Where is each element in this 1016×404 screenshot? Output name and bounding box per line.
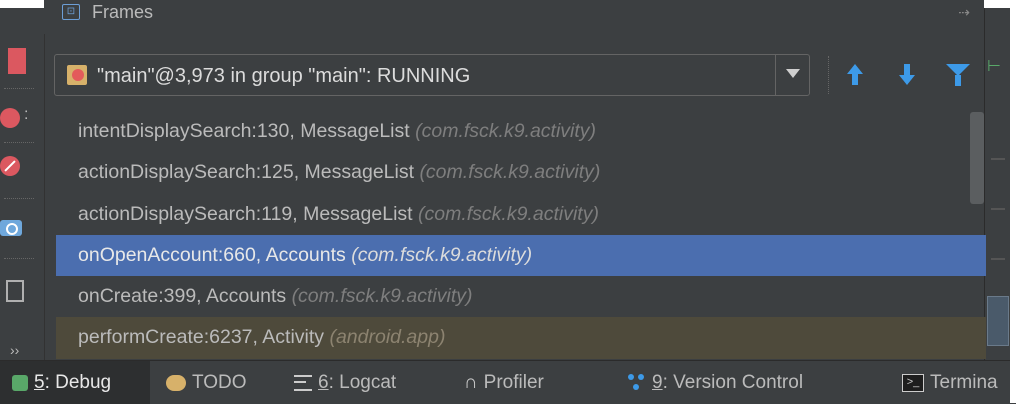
tab-logcat[interactable]: 6: Logcat (294, 361, 396, 404)
toolbar-separator (991, 258, 1005, 260)
toolbar-separator (991, 208, 1005, 210)
toolbar-separator (991, 158, 1005, 160)
tab-profiler-label: Profiler (483, 372, 544, 393)
frame-package: (android.app) (329, 326, 446, 349)
debug-icon (12, 374, 28, 391)
frame-row[interactable]: actionDisplaySearch:119, MessageList (co… (56, 194, 986, 235)
screenshot-border-right (1010, 0, 1016, 403)
frame-row-selected[interactable]: onOpenAccount:660, Accounts (com.fsck.k9… (56, 234, 986, 277)
profiler-icon: ∩ (464, 372, 478, 394)
more-icon[interactable]: ›› (10, 342, 19, 358)
frame-row[interactable]: actionDisplaySearch:125, MessageList (co… (56, 152, 986, 193)
panel-title: Frames (92, 2, 154, 22)
frame-row[interactable]: onCreate:399, Accounts (com.fsck.k9.acti… (56, 276, 986, 317)
thread-suspended-icon (67, 65, 87, 85)
chevron-down-icon (786, 69, 800, 78)
tab-vcs-label: : Version Control (662, 372, 804, 393)
frame-method: onCreate:399, Accounts (78, 285, 287, 308)
arrow-down-icon[interactable] (898, 64, 916, 86)
toolbar-separator (828, 56, 829, 94)
frame-package: (com.fsck.k9.activity) (415, 120, 597, 142)
frame-package: (com.fsck.k9.activity) (418, 202, 599, 225)
tool-window-bar: 5: Debug TODO 6: Logcat ∩ Profiler 9: Ver… (0, 360, 1010, 404)
tab-debug-mnemonic: 5 (34, 372, 45, 393)
tab-debug-label: : Debug (44, 372, 112, 393)
frames-scrollbar[interactable] (970, 112, 984, 204)
mute-breakpoints-icon[interactable] (0, 156, 20, 176)
right-side-toolbar: ⊢ (984, 8, 1011, 360)
frame-package: (com.fsck.k9.activity) (419, 161, 601, 184)
tab-terminal-label: Termina (930, 372, 998, 393)
tab-vcs-mnemonic: 9 (652, 372, 663, 393)
debug-side-toolbar: ›› (0, 8, 45, 360)
tab-terminal[interactable]: >_ Termina (902, 361, 998, 404)
frame-method: actionDisplaySearch:119, MessageList (78, 202, 413, 225)
watches-panel-icon[interactable] (987, 296, 1009, 346)
frame-method: onOpenAccount:660, Accounts (78, 243, 346, 266)
filter-icon[interactable] (946, 64, 970, 88)
restore-layout-icon[interactable] (6, 280, 24, 302)
frame-method: performCreate:6237, Activity (78, 326, 325, 349)
thread-selector[interactable]: "main"@3,973 in group "main": RUNNING (54, 54, 810, 96)
frames-panel-header: ⊡ Frames ⇢ (44, 0, 984, 34)
toolbar-separator (4, 258, 34, 259)
camera-icon[interactable] (0, 220, 22, 236)
resume-icon[interactable]: ⊢ (987, 56, 1001, 76)
todo-icon (166, 374, 186, 391)
tab-profiler[interactable]: ∩ Profiler (464, 361, 544, 404)
tab-debug[interactable]: 5: Debug (0, 361, 150, 404)
frame-package: (com.fsck.k9.activity) (351, 243, 533, 266)
frame-method: actionDisplaySearch:125, MessageList (78, 161, 415, 184)
toolbar-separator (4, 142, 34, 143)
terminal-icon: >_ (902, 373, 924, 392)
frame-row[interactable]: intentDisplaySearch:130, MessageList (co… (56, 111, 986, 152)
frames-list: intentDisplaySearch:130, MessageList (co… (56, 111, 986, 360)
toolbar-separator (4, 198, 34, 199)
tab-logcat-label: : Logcat (328, 372, 397, 393)
toolbar-separator (4, 88, 34, 89)
thread-selector-value: "main"@3,973 in group "main": RUNNING (97, 65, 471, 87)
tab-logcat-mnemonic: 6 (318, 372, 329, 393)
frame-package: (com.fsck.k9.activity) (291, 285, 473, 308)
frames-icon: ⊡ (62, 4, 80, 20)
pin-icon[interactable]: ⇢ (958, 4, 970, 21)
tab-todo-label: TODO (192, 372, 247, 393)
logcat-icon (294, 374, 312, 391)
frame-row-library[interactable]: performCreate:6237, Activity (android.ap… (56, 317, 986, 359)
vcs-icon (628, 373, 646, 392)
frame-method: intentDisplaySearch:130, MessageList (78, 120, 410, 142)
arrow-up-icon[interactable] (846, 64, 864, 86)
stop-icon[interactable] (8, 48, 26, 74)
settings-icon[interactable] (0, 106, 28, 128)
tab-version-control[interactable]: 9: Version Control (628, 361, 803, 404)
tab-todo[interactable]: TODO (166, 361, 247, 404)
thread-dropdown-button[interactable] (775, 55, 810, 95)
